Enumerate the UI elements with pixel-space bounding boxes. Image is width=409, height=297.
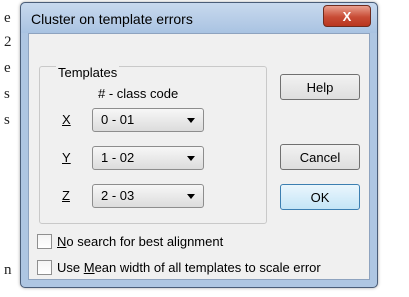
template-x-value: 0 - 01 (101, 112, 135, 127)
chevron-down-icon (187, 156, 195, 161)
background-text: 2 (4, 34, 12, 50)
cluster-dialog: Cluster on template errors X Templates #… (20, 2, 378, 288)
no-search-label-text: o search for best alignment (66, 234, 224, 249)
no-search-accelerator: N (57, 234, 67, 249)
template-y-select[interactable]: 1 - 02 (92, 146, 204, 170)
templates-group-label: Templates (56, 65, 120, 80)
mean-width-option[interactable]: Use Mean width of all templates to scale… (37, 260, 321, 275)
axis-label-z: Z (62, 188, 70, 203)
dialog-client-area: Templates # - class code X 0 - 01 Y 1 - … (28, 33, 370, 280)
background-text: s (4, 86, 10, 102)
axis-label-x: X (62, 112, 71, 127)
no-search-option[interactable]: No search for best alignment (37, 234, 223, 249)
dialog-titlebar[interactable]: Cluster on template errors X (21, 3, 377, 33)
template-z-value: 2 - 03 (101, 188, 135, 203)
class-code-header: # - class code (98, 86, 179, 101)
close-icon: X (342, 8, 352, 24)
template-x-select[interactable]: 0 - 01 (92, 108, 204, 132)
ok-button[interactable]: OK (280, 184, 360, 210)
chevron-down-icon (187, 194, 195, 199)
no-search-checkbox[interactable] (37, 234, 52, 249)
no-search-label: No search for best alignment (57, 234, 223, 249)
templates-group: Templates # - class code X 0 - 01 Y 1 - … (39, 65, 267, 224)
background-document-left: e 2 e s s n (0, 0, 20, 297)
chevron-down-icon (187, 118, 195, 123)
mean-width-checkbox[interactable] (37, 260, 52, 275)
background-text: n (4, 262, 12, 278)
mean-width-label-pre: Use (57, 260, 84, 275)
cancel-button[interactable]: Cancel (280, 144, 360, 170)
mean-width-accelerator: M (83, 260, 95, 275)
mean-width-label-text: ean width of all templates to scale erro… (94, 260, 321, 275)
help-button[interactable]: Help (280, 74, 360, 100)
background-text: s (4, 112, 10, 128)
mean-width-label: Use Mean width of all templates to scale… (57, 260, 321, 275)
background-text: e (4, 10, 11, 26)
axis-label-y: Y (62, 150, 71, 165)
template-z-select[interactable]: 2 - 03 (92, 184, 204, 208)
template-y-value: 1 - 02 (101, 150, 135, 165)
close-button[interactable]: X (323, 5, 371, 27)
dialog-title: Cluster on template errors (31, 11, 193, 27)
background-text: e (4, 60, 11, 76)
